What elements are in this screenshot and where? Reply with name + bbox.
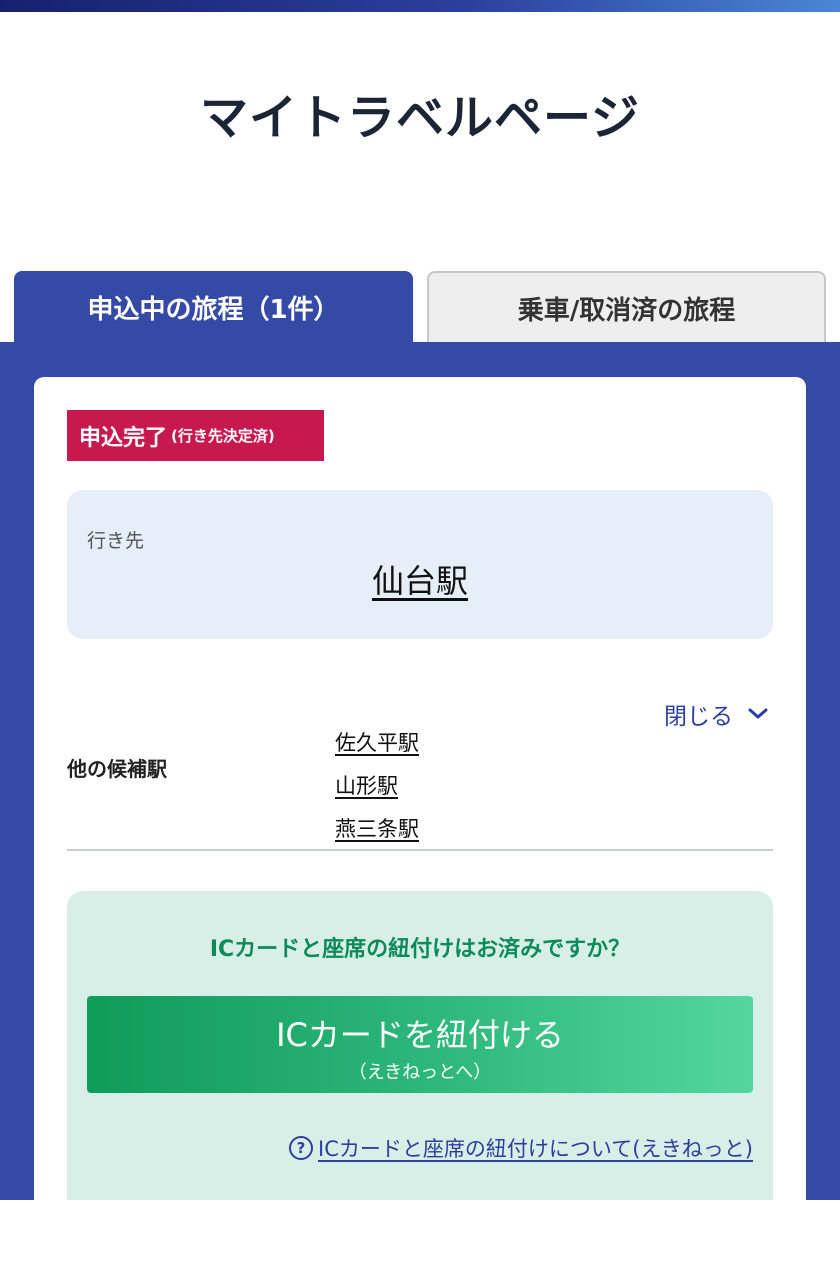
ic-card-help-link[interactable]: ? ICカードと座席の紐付けについて(えきねっと) — [289, 1133, 753, 1163]
help-icon: ? — [289, 1136, 314, 1160]
link-ic-card-button[interactable]: ICカードを紐付ける （えきねっとへ） — [87, 996, 753, 1093]
status-badge-main: 申込完了 — [79, 425, 168, 451]
candidate-station-link[interactable]: 山形駅 — [335, 770, 398, 800]
candidate-station-link[interactable]: 燕三条駅 — [335, 813, 419, 843]
candidate-station-link[interactable]: 佐久平駅 — [335, 727, 419, 757]
other-candidates-label: 他の候補駅 — [67, 757, 167, 781]
close-candidates-toggle[interactable]: 閉じる — [664, 697, 769, 731]
destination-box: 行き先 仙台駅 — [67, 490, 773, 639]
tab-completed-cancelled-trips[interactable]: 乗車/取消済の旅程 — [427, 271, 826, 343]
status-badge: 申込完了 (行き先決定済) — [67, 410, 324, 461]
link-ic-card-button-label: ICカードを紐付ける — [276, 1016, 564, 1054]
link-ic-card-button-sublabel: （えきねっとへ） — [348, 1062, 492, 1083]
destination-label: 行き先 — [87, 530, 145, 552]
tab-applying-trips[interactable]: 申込中の旅程（1件） — [14, 271, 413, 343]
divider — [67, 849, 773, 851]
page-title: マイトラベルページ — [199, 90, 641, 146]
top-accent-bar — [0, 0, 840, 12]
ic-card-help-link-text: ICカードと座席の紐付けについて(えきねっと) — [318, 1137, 753, 1161]
ic-card-question: ICカードと座席の紐付けはお済みですか？ — [209, 937, 631, 962]
chevron-down-icon — [748, 708, 768, 719]
destination-station-link[interactable]: 仙台駅 — [67, 556, 773, 602]
ic-card-section: ICカードと座席の紐付けはお済みですか？ ICカードを紐付ける （えきねっとへ）… — [67, 891, 773, 1200]
close-toggle-label: 閉じる — [664, 704, 733, 730]
status-badge-sub: (行き先決定済) — [171, 427, 275, 445]
